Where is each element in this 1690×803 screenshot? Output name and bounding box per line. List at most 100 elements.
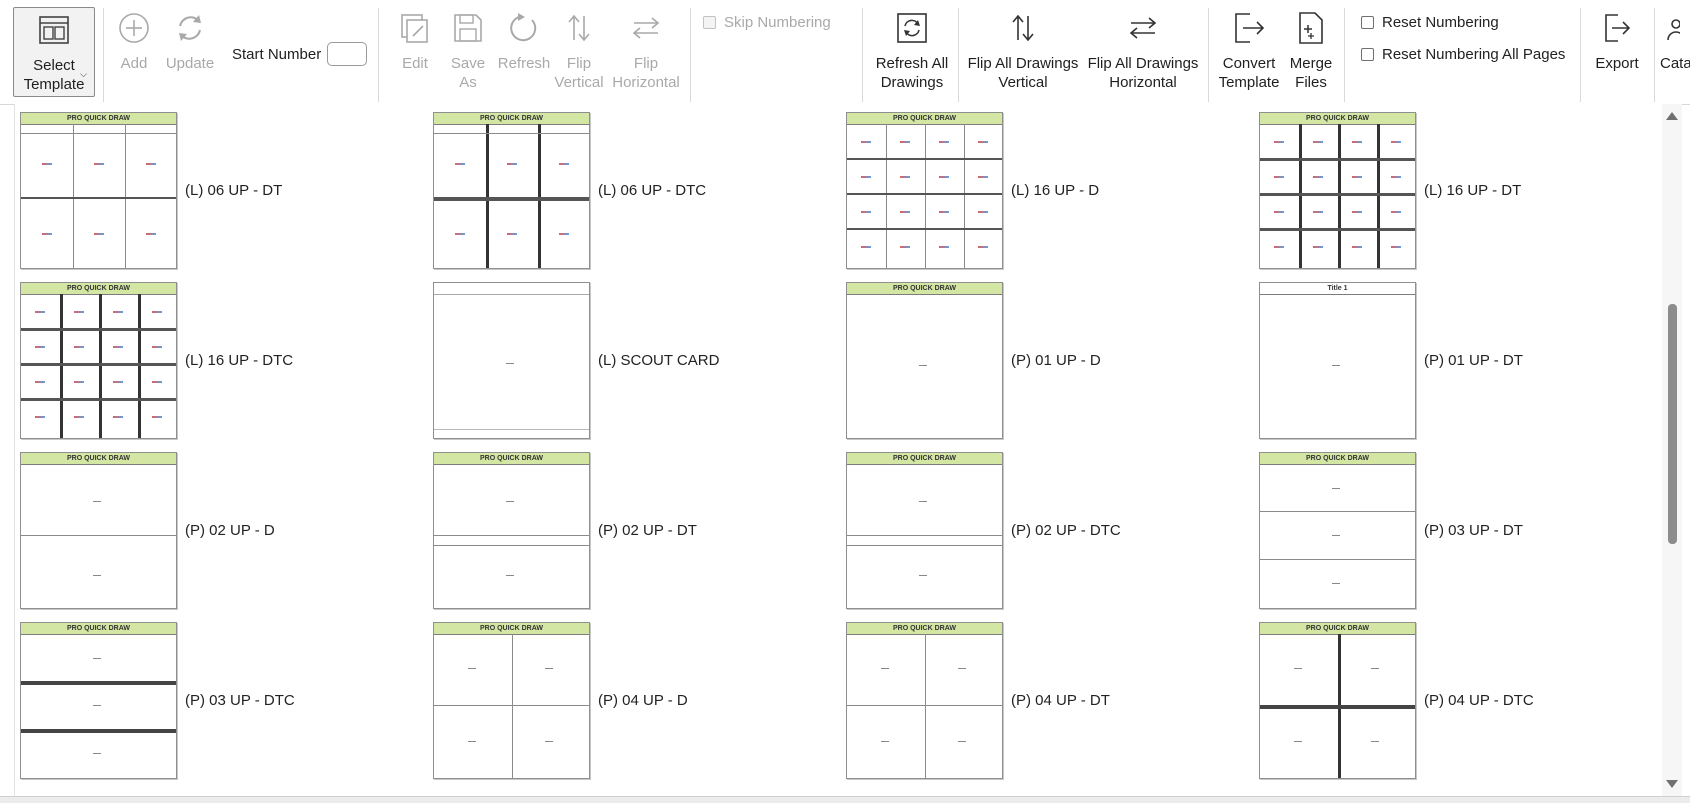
- refresh-all-label: Refresh All Drawings: [875, 55, 949, 91]
- drawing-placeholder: [42, 162, 52, 165]
- drawing-placeholder: [1371, 740, 1379, 742]
- template-item[interactable]: PRO QUICK DRAW (L) 16 UP - DTC: [20, 280, 293, 440]
- template-thumbnail: PRO QUICK DRAW: [846, 281, 1003, 439]
- template-item[interactable]: PRO QUICK DRAW (P) 01 UP - D: [846, 280, 1101, 440]
- update-label: Update: [165, 55, 215, 72]
- refresh-label: Refresh: [497, 55, 551, 72]
- reset-numbering-all-checkbox[interactable]: Reset Numbering All Pages: [1361, 46, 1565, 63]
- template-item[interactable]: Title 1 (P) 01 UP - DT: [1259, 280, 1523, 440]
- merge-files-button[interactable]: Merge Files: [1286, 6, 1336, 98]
- edit-button[interactable]: Edit: [393, 6, 437, 98]
- template-item[interactable]: PRO QUICK DRAW (P) 02 UP - D: [20, 450, 275, 610]
- drawing-placeholder: [506, 574, 514, 576]
- catalog-button[interactable]: Cata: [1660, 6, 1690, 98]
- template-item[interactable]: PRO QUICK DRAW (L) 06 UP - DT: [20, 110, 282, 270]
- template-item[interactable]: PRO QUICK DRAW (L) 06 UP - DTC: [433, 110, 706, 270]
- flip-horizontal-button[interactable]: Flip Horizontal: [606, 6, 686, 98]
- select-template-button[interactable]: Select Template ⌵: [13, 7, 95, 97]
- drawing-placeholder: [74, 415, 84, 418]
- drawing-placeholder: [900, 210, 910, 213]
- drawing-placeholder: [861, 210, 871, 213]
- add-button[interactable]: Add: [112, 6, 156, 98]
- grid-line: [21, 327, 176, 331]
- drawing-placeholder: [1371, 667, 1379, 669]
- drawing-placeholder: [468, 667, 476, 669]
- separator: [1580, 8, 1581, 102]
- reset-numbering-checkbox[interactable]: Reset Numbering: [1361, 14, 1499, 31]
- drawing-placeholder: [1274, 175, 1284, 178]
- update-button[interactable]: Update: [160, 6, 220, 98]
- template-thumbnail: PRO QUICK DRAW: [1259, 621, 1416, 779]
- vertical-scrollbar[interactable]: [1662, 104, 1682, 796]
- skip-numbering-checkbox[interactable]: Skip Numbering: [703, 14, 831, 31]
- template-thumbnail: PRO QUICK DRAW: [433, 451, 590, 609]
- template-thumbnail: PRO QUICK DRAW: [433, 111, 590, 269]
- start-number-input[interactable]: [327, 42, 367, 66]
- convert-template-button[interactable]: Convert Template: [1214, 6, 1284, 98]
- export-button[interactable]: Export: [1590, 6, 1644, 98]
- template-label: (P) 03 UP - DT: [1424, 521, 1523, 539]
- convert-template-label: Convert Template: [1218, 55, 1280, 91]
- reset-numbering-all-label: Reset Numbering All Pages: [1382, 46, 1566, 63]
- grid-line: [21, 680, 176, 685]
- grid-line: [847, 227, 1002, 230]
- drawing-placeholder: [94, 232, 104, 235]
- template-item[interactable]: PRO QUICK DRAW (P) 03 UP - DTC: [20, 620, 295, 780]
- flip-horizontal-icon: [1127, 6, 1159, 50]
- save-icon: [452, 6, 484, 50]
- drawing-placeholder: [881, 740, 889, 742]
- flip-vertical-button[interactable]: Flip Vertical: [552, 6, 606, 98]
- flip-horizontal-label: Flip Horizontal: [612, 55, 680, 91]
- grid-line: [1260, 157, 1415, 161]
- drawing-placeholder: [42, 232, 52, 235]
- flip-vertical-icon: [563, 6, 595, 50]
- drawing-placeholder: [35, 345, 45, 348]
- save-as-button[interactable]: Save As: [446, 6, 490, 98]
- grid-line: [434, 544, 589, 546]
- drawing-placeholder: [1294, 667, 1302, 669]
- template-item[interactable]: PRO QUICK DRAW (P) 04 UP - DTC: [1259, 620, 1534, 780]
- template-item[interactable]: PRO QUICK DRAW (P) 02 UP - DTC: [846, 450, 1121, 610]
- refresh-button[interactable]: Refresh: [494, 6, 554, 98]
- template-item[interactable]: PRO QUICK DRAW (P) 04 UP - D: [433, 620, 688, 780]
- grid-line: [1299, 123, 1302, 268]
- template-item[interactable]: PRO QUICK DRAW (P) 03 UP - DT: [1259, 450, 1523, 610]
- flip-all-vertical-button[interactable]: Flip All Drawings Vertical: [964, 6, 1082, 98]
- template-label: (P) 02 UP - DT: [598, 521, 697, 539]
- checkbox-box: [703, 16, 716, 29]
- separator: [1654, 8, 1655, 102]
- template-label: (L) 06 UP - DT: [185, 181, 283, 199]
- template-item[interactable]: PRO QUICK DRAW (L) 16 UP - D: [846, 110, 1099, 270]
- template-label: (L) 16 UP - DT: [1424, 181, 1522, 199]
- template-thumbnail: PRO QUICK DRAW: [20, 451, 177, 609]
- drawing-placeholder: [1332, 364, 1340, 366]
- grid-line: [486, 123, 489, 268]
- template-thumbnail: [433, 281, 590, 439]
- drawing-placeholder: [978, 175, 988, 178]
- template-label: (L) 16 UP - DTC: [185, 351, 294, 369]
- grid-line: [847, 157, 1002, 160]
- checkbox-box: [1361, 16, 1374, 29]
- scroll-up-arrow-icon[interactable]: [1666, 112, 1678, 120]
- drawing-placeholder: [1352, 140, 1362, 143]
- grid-line: [434, 428, 589, 430]
- refresh-all-drawings-button[interactable]: Refresh All Drawings: [870, 6, 954, 98]
- grid-line: [1260, 510, 1415, 512]
- flip-all-vertical-label: Flip All Drawings Vertical: [967, 55, 1079, 91]
- template-item[interactable]: PRO QUICK DRAW (P) 02 UP - DT: [433, 450, 697, 610]
- scrollbar-thumb[interactable]: [1668, 304, 1677, 544]
- flip-all-horizontal-button[interactable]: Flip All Drawings Horizontal: [1084, 6, 1202, 98]
- drawing-placeholder: [152, 310, 162, 313]
- drawing-placeholder: [93, 657, 101, 659]
- template-item[interactable]: (L) SCOUT CARD: [433, 280, 719, 440]
- refresh-all-icon: [896, 6, 928, 50]
- template-item[interactable]: PRO QUICK DRAW (L) 16 UP - DT: [1259, 110, 1521, 270]
- scroll-down-arrow-icon[interactable]: [1666, 780, 1678, 788]
- template-item[interactable]: PRO QUICK DRAW (P) 04 UP - DT: [846, 620, 1110, 780]
- drawing-placeholder: [1313, 140, 1323, 143]
- drawing-placeholder: [113, 380, 123, 383]
- checkbox-box: [1361, 48, 1374, 61]
- drawing-placeholder: [113, 345, 123, 348]
- template-label: (L) SCOUT CARD: [598, 351, 720, 369]
- thumbnail-header: PRO QUICK DRAW: [1260, 452, 1415, 465]
